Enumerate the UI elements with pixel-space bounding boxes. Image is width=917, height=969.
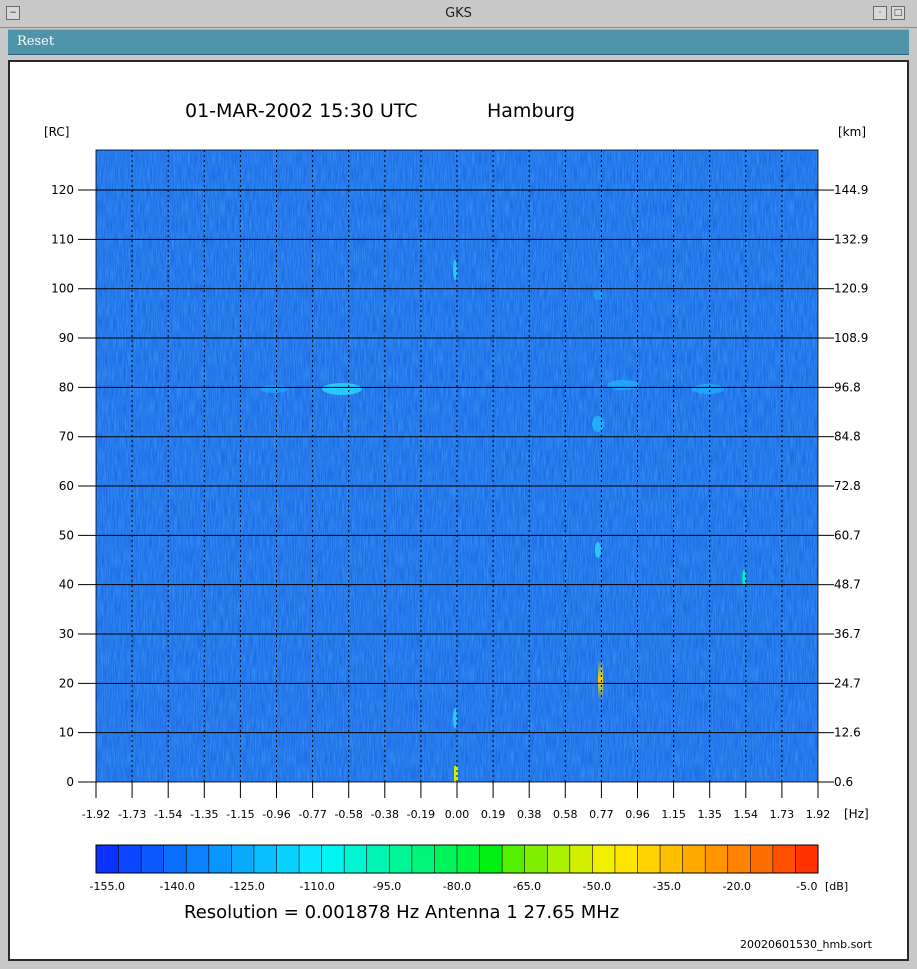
maximize-icon[interactable]: □	[891, 6, 905, 20]
plot-frame	[8, 60, 909, 961]
resolution-info: Resolution = 0.001878 Hz Antenna 1 27.65…	[184, 902, 620, 923]
reset-button[interactable]: Reset	[17, 34, 54, 49]
station-name: Hamburg	[487, 100, 576, 122]
plot-datetime: 01-MAR-2002 15:30 UTC	[185, 100, 418, 122]
window-title: GKS	[445, 6, 472, 21]
window-titlebar: − GKS · □	[0, 0, 917, 28]
minimize-icon[interactable]: ·	[873, 6, 887, 20]
file-name: 20020601530_hmb.sort	[740, 938, 872, 951]
menubar: Reset	[8, 29, 909, 55]
